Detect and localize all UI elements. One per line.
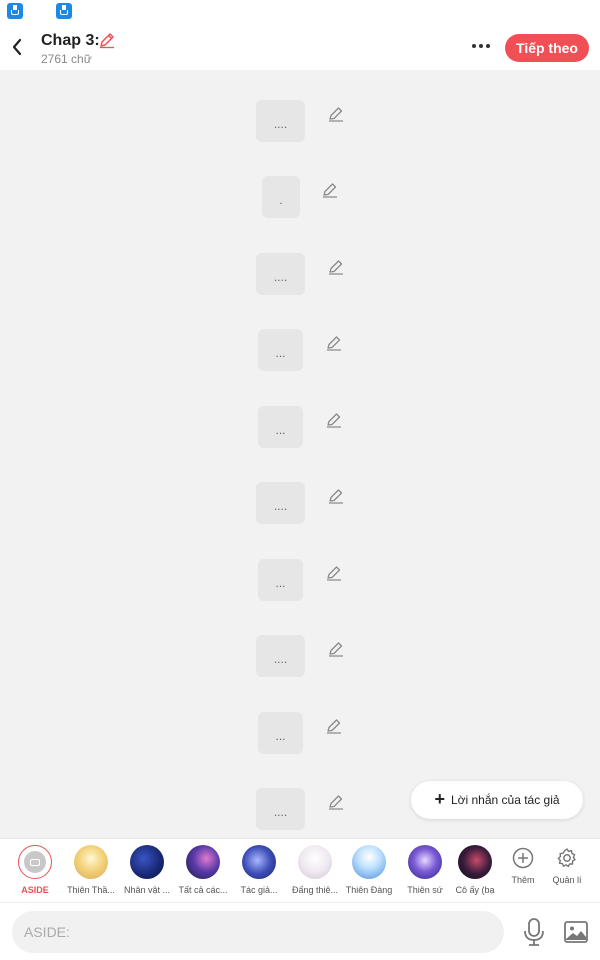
message-bubble[interactable]: ... xyxy=(258,406,303,448)
avatar xyxy=(130,845,164,879)
header: Chap 3: 2761 chữ Tiếp theo xyxy=(0,24,600,70)
microphone-icon xyxy=(524,918,544,946)
message-bubble[interactable]: . xyxy=(262,176,300,218)
character-name: Thiên Thầ... xyxy=(67,885,115,895)
pencil-icon xyxy=(327,566,341,581)
character-item[interactable]: Cô ấy (bạ xyxy=(447,845,503,895)
message-bubble[interactable]: .... xyxy=(256,788,305,830)
input-bar xyxy=(0,902,600,960)
character-bar: ASIDE Thiên Thầ... Nhân vật ... Tất cả c… xyxy=(0,838,600,902)
character-aside[interactable]: ASIDE xyxy=(7,845,63,895)
pencil-icon xyxy=(329,642,343,657)
character-item[interactable]: Nhân vật ... xyxy=(119,845,175,895)
cloud-upload-icon xyxy=(56,3,72,19)
message-bubble[interactable]: .... xyxy=(256,253,305,295)
character-name: Tất cả các... xyxy=(178,885,228,895)
avatar xyxy=(186,845,220,879)
author-note-label: Lời nhắn của tác giả xyxy=(450,793,560,807)
pencil-icon xyxy=(329,795,343,810)
pencil-icon xyxy=(329,260,343,275)
message-bubble[interactable]: ... xyxy=(258,559,303,601)
character-name: Đấng thiê... xyxy=(291,885,339,895)
character-item[interactable]: Tác giả... xyxy=(231,845,287,895)
character-name: Tác giả... xyxy=(240,885,278,895)
avatar xyxy=(298,845,332,879)
plus-circle-icon xyxy=(512,847,534,869)
pencil-icon xyxy=(327,413,341,428)
edit-message-button[interactable] xyxy=(327,105,345,123)
message-bubble[interactable]: .... xyxy=(256,100,305,142)
edit-message-button[interactable] xyxy=(325,717,343,735)
avatar xyxy=(74,845,108,879)
pencil-icon xyxy=(100,33,114,49)
message-bubble[interactable]: .... xyxy=(256,482,305,524)
more-dots-icon xyxy=(472,44,476,48)
manage-characters-button[interactable]: Quản lí xyxy=(547,847,587,885)
character-item[interactable]: Đấng thiê... xyxy=(287,845,343,895)
edit-message-button[interactable] xyxy=(321,181,339,199)
add-character-button[interactable]: Thêm xyxy=(503,847,543,885)
message-bubble[interactable]: ... xyxy=(258,329,303,371)
insert-image-button[interactable] xyxy=(563,920,589,944)
character-item[interactable]: Thiên Thầ... xyxy=(63,845,119,895)
aside-text-input[interactable] xyxy=(12,911,504,953)
status-bar xyxy=(0,0,600,24)
pencil-icon xyxy=(323,183,337,198)
word-count: 2761 chữ xyxy=(41,52,92,66)
character-item[interactable]: Thiên sứ xyxy=(397,845,453,895)
edit-message-button[interactable] xyxy=(327,487,345,505)
manage-label: Quản lí xyxy=(552,875,582,885)
image-icon xyxy=(564,921,588,943)
chevron-left-icon xyxy=(12,38,22,56)
edit-message-button[interactable] xyxy=(325,334,343,352)
pencil-icon xyxy=(329,489,343,504)
edit-message-button[interactable] xyxy=(327,793,345,811)
pencil-icon xyxy=(327,719,341,734)
avatar xyxy=(352,845,386,879)
gear-icon xyxy=(557,848,576,868)
message-bubble[interactable]: .... xyxy=(256,635,305,677)
edit-message-button[interactable] xyxy=(327,258,345,276)
character-name: Cô ấy (bạ xyxy=(455,885,495,895)
message-bubble[interactable]: ... xyxy=(258,712,303,754)
more-options-button[interactable] xyxy=(468,34,494,58)
character-item[interactable]: Thiên Đàng xyxy=(341,845,397,895)
edit-title-button[interactable] xyxy=(98,31,116,49)
avatar xyxy=(408,845,442,879)
character-name: Thiên sứ xyxy=(407,885,443,895)
avatar xyxy=(458,845,492,879)
character-name: Nhân vật ... xyxy=(123,885,171,895)
chapter-title: Chap 3: xyxy=(41,32,100,49)
voice-input-button[interactable] xyxy=(522,917,546,947)
pencil-icon xyxy=(327,336,341,351)
pencil-icon xyxy=(329,107,343,122)
author-note-button[interactable]: + Lời nhắn của tác giả xyxy=(411,781,583,819)
add-label: Thêm xyxy=(511,875,535,885)
plus-icon: + xyxy=(434,789,445,809)
character-item[interactable]: Tất cả các... xyxy=(175,845,231,895)
next-chapter-button[interactable]: Tiếp theo xyxy=(505,34,589,62)
avatar xyxy=(242,845,276,879)
character-name: ASIDE xyxy=(21,885,49,895)
aside-avatar xyxy=(18,845,52,879)
character-name: Thiên Đàng xyxy=(345,885,393,895)
edit-message-button[interactable] xyxy=(327,640,345,658)
edit-message-button[interactable] xyxy=(325,564,343,582)
cloud-upload-icon xyxy=(7,3,23,19)
back-button[interactable] xyxy=(6,34,28,60)
edit-message-button[interactable] xyxy=(325,411,343,429)
